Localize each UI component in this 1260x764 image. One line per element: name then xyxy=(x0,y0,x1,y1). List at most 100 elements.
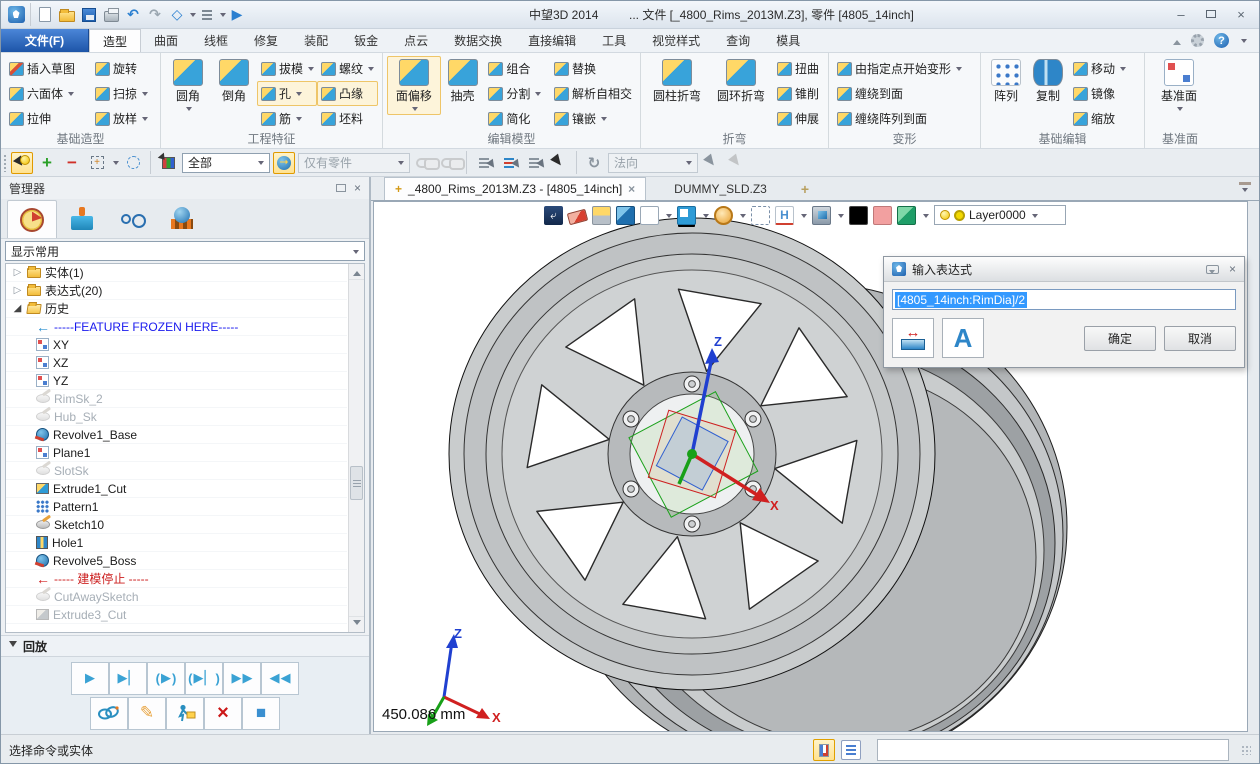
display-caret[interactable] xyxy=(838,214,844,221)
minimize-button[interactable]: – xyxy=(1167,4,1195,24)
exit-icon[interactable]: ⤶ xyxy=(544,206,563,225)
ribbon-item-wrap-to-face[interactable]: 缠绕到面 xyxy=(833,81,966,106)
output-log-icon[interactable] xyxy=(841,740,861,760)
layer-visibility-bulb-icon[interactable] xyxy=(940,210,950,220)
step-forward-button[interactable]: (▶) xyxy=(147,662,185,695)
command-input[interactable] xyxy=(877,739,1229,761)
tab-overflow-button[interactable] xyxy=(1239,182,1251,193)
file-menu-button[interactable]: 文件(F) xyxy=(1,29,89,52)
expression-input[interactable]: [4805_14inch:RimDia]/2 xyxy=(892,289,1236,310)
fast-forward-button[interactable]: ▶▶ xyxy=(223,662,261,695)
display-settings-icon[interactable] xyxy=(812,206,831,225)
gear-icon[interactable] xyxy=(1191,34,1204,47)
ribbon-item-divide[interactable]: 分割 xyxy=(484,81,550,106)
add-to-selection-button[interactable]: + xyxy=(36,152,58,174)
background-color-swatch[interactable] xyxy=(849,206,868,225)
tab-mold[interactable]: 模具 xyxy=(763,29,813,52)
highlight-color-swatch[interactable] xyxy=(873,206,892,225)
tab-visual-style[interactable]: 视觉样式 xyxy=(639,29,713,52)
manager-tab-history[interactable] xyxy=(7,200,57,238)
face-color-caret[interactable] xyxy=(923,214,929,221)
ribbon-item-scale[interactable]: 缩放 xyxy=(1069,106,1130,131)
part-filter-combo[interactable]: 仅有零件 xyxy=(298,153,410,173)
ribbon-item-box[interactable]: 六面体 xyxy=(5,81,91,106)
ribbon-item-deform-from-point[interactable]: 由指定点开始变形 xyxy=(833,56,966,81)
shade-mode-icon[interactable] xyxy=(616,206,635,225)
normal-combo[interactable]: 法向 xyxy=(608,153,698,173)
ribbon-item-replace[interactable]: 替换 xyxy=(550,56,636,81)
tree-item-sketch10[interactable]: Sketch10 xyxy=(6,516,347,534)
ribbon-item-toroidal-bend[interactable]: 圆环折弯 xyxy=(709,56,773,107)
ribbon-item-face-offset[interactable]: 面偏移 xyxy=(387,56,441,115)
ribbon-item-stretch[interactable]: 伸展 xyxy=(773,106,823,131)
ribbon-item-flange[interactable]: 凸缘 xyxy=(317,81,378,106)
manager-restore-icon[interactable] xyxy=(336,181,346,195)
hide-entity-icon[interactable] xyxy=(592,206,611,225)
ribbon-item-cylindrical-bend[interactable]: 圆柱折弯 xyxy=(645,56,709,107)
sync-button[interactable]: ◇ xyxy=(167,5,187,25)
tree-item-slotsk[interactable]: SlotSk xyxy=(6,462,347,480)
tab-repair[interactable]: 修复 xyxy=(241,29,291,52)
tree-item-yz-plane[interactable]: YZ xyxy=(6,372,347,390)
ribbon-item-extrude[interactable]: 拉伸 xyxy=(5,106,91,131)
close-button[interactable]: × xyxy=(1227,4,1255,24)
stop-playback-button[interactable]: ■ xyxy=(242,697,280,730)
step-to-feature-button[interactable]: (▶▏) xyxy=(185,662,223,695)
play-button[interactable]: ▶ xyxy=(71,662,109,695)
ribbon-item-taper[interactable]: 锥削 xyxy=(773,81,823,106)
tree-filter-combo[interactable]: 显示常用 xyxy=(5,241,365,261)
pick-from-list-button[interactable] xyxy=(473,152,495,174)
lasso-select-button[interactable] xyxy=(122,152,144,174)
ribbon-item-combine[interactable]: 组合 xyxy=(484,56,550,81)
rewind-button[interactable]: ◀◀ xyxy=(261,662,299,695)
collapse-ribbon-icon[interactable] xyxy=(1173,36,1181,45)
window-resize-icon[interactable] xyxy=(751,206,770,225)
manager-tab-visibility[interactable] xyxy=(107,200,157,238)
ribbon-item-hole[interactable]: 孔 xyxy=(257,81,317,106)
cancel-playback-button[interactable]: × xyxy=(204,697,242,730)
tab-point-cloud[interactable]: 点云 xyxy=(391,29,441,52)
document-tab-active[interactable]: + _4800_Rims_2013M.Z3 - [4805_14inch] × xyxy=(384,177,646,200)
tree-item-extrude3-cut[interactable]: Extrude3_Cut xyxy=(6,606,347,624)
tree-item-hole1[interactable]: Hole1 xyxy=(6,534,347,552)
ribbon-item-move[interactable]: 移动 xyxy=(1069,56,1130,81)
tree-item-model-stop-marker[interactable]: ←----- 建模停止 ----- xyxy=(6,570,347,588)
reorient-button[interactable]: ↻ xyxy=(583,152,605,174)
eraser-icon[interactable] xyxy=(567,209,588,226)
interactive-play-button[interactable] xyxy=(166,697,204,730)
ribbon-item-draft[interactable]: 拔模 xyxy=(257,56,317,81)
print-button[interactable] xyxy=(101,5,121,25)
tree-item-rimsk2[interactable]: RimSk_2 xyxy=(6,390,347,408)
manager-close-icon[interactable]: × xyxy=(354,181,361,195)
tab-tools[interactable]: 工具 xyxy=(589,29,639,52)
help-caret[interactable] xyxy=(1241,39,1247,46)
ribbon-item-pattern[interactable]: 阵列 xyxy=(985,56,1027,107)
entity-filter-combo[interactable]: 全部 xyxy=(182,153,270,173)
face-color-icon[interactable] xyxy=(897,206,916,225)
tree-item-solids[interactable]: ▷实体(1) xyxy=(6,264,347,282)
wireframe-mode-icon[interactable] xyxy=(640,206,659,225)
text-variable-button[interactable]: A xyxy=(942,318,984,358)
undo-button[interactable]: ↶ xyxy=(123,5,143,25)
ribbon-item-loft[interactable]: 放样 xyxy=(91,106,152,131)
dimension-reference-button[interactable]: ↔ xyxy=(892,318,934,358)
window-select-caret[interactable] xyxy=(113,161,119,168)
tab-assembly[interactable]: 装配 xyxy=(291,29,341,52)
tree-item-revolve1-base[interactable]: Revolve1_Base xyxy=(6,426,347,444)
ribbon-item-stock[interactable]: 坯料 xyxy=(317,106,378,131)
tab-wireframe[interactable]: 线框 xyxy=(191,29,241,52)
zoom-icon[interactable] xyxy=(714,206,733,225)
tree-item-pattern1[interactable]: Pattern1 xyxy=(6,498,347,516)
tree-item-cutawaysketch[interactable]: CutAwaySketch xyxy=(6,588,347,606)
tab-direct-edit[interactable]: 直接编辑 xyxy=(515,29,589,52)
save-button[interactable] xyxy=(79,5,99,25)
pointer-button[interactable] xyxy=(548,152,570,174)
redo-button[interactable]: ↷ xyxy=(145,5,165,25)
ribbon-item-chamfer[interactable]: 倒角 xyxy=(211,56,257,107)
color-filter-button[interactable] xyxy=(157,152,179,174)
ribbon-item-shell[interactable]: 抽壳 xyxy=(441,56,485,107)
playback-section-header[interactable]: 回放 xyxy=(1,635,369,657)
tree-item-history-folder[interactable]: ◢历史 xyxy=(6,300,347,318)
tree-item-xz-plane[interactable]: XZ xyxy=(6,354,347,372)
constraint-icon[interactable] xyxy=(413,152,435,174)
